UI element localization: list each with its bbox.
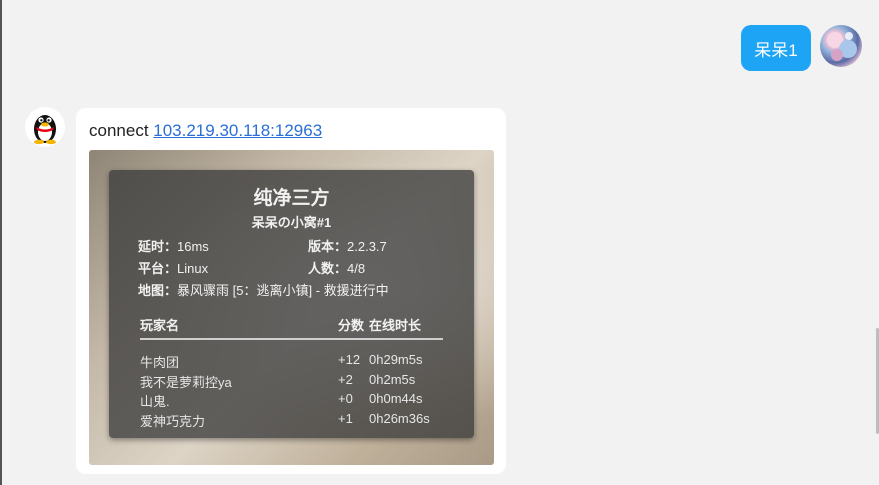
outgoing-message-text: 呆呆1 [754, 40, 798, 60]
map-row: 地图：暴风骤雨 [5：逃离小镇] - 救援进行中 [138, 280, 389, 299]
table-divider [140, 338, 443, 340]
player-time: 0h2m5s [369, 372, 416, 387]
bot-avatar[interactable] [25, 107, 65, 147]
server-status-image[interactable]: 纯净三方 呆呆の小窝#1 延时：16ms 版本：2.2.3.7 平台：Linux… [89, 150, 494, 465]
version-value: 2.2.3.7 [347, 239, 387, 254]
user-avatar[interactable] [820, 25, 862, 67]
server-status-card: 纯净三方 呆呆の小窝#1 延时：16ms 版本：2.2.3.7 平台：Linux… [109, 170, 474, 438]
server-subtitle: 呆呆の小窝#1 [251, 215, 332, 230]
column-header-score: 分数 [338, 318, 365, 333]
players-count-label: 人数： [308, 261, 348, 276]
incoming-message-bubble[interactable]: connect 103.219.30.118:12963 纯净三方 呆呆の小窝#… [76, 108, 506, 474]
window-edge [0, 0, 2, 485]
latency-value: 16ms [177, 239, 209, 254]
map-value: 暴风骤雨 [5：逃离小镇] - 救援进行中 [177, 283, 389, 298]
column-header-name: 玩家名 [140, 318, 180, 333]
player-score: +12 [338, 352, 361, 367]
latency-row: 延时：16ms [138, 236, 209, 255]
player-name: 牛肉团 [140, 355, 180, 370]
player-score: +0 [338, 391, 353, 406]
players-count-row: 人数：4/8 [308, 258, 365, 277]
player-time: 0h0m44s [369, 391, 423, 406]
player-name: 爱神巧克力 [140, 414, 206, 429]
player-time: 0h29m5s [369, 352, 423, 367]
server-title: 纯净三方 [253, 188, 330, 209]
platform-label: 平台： [138, 261, 178, 276]
message-prefix: connect [89, 121, 154, 140]
player-name: 山鬼. [140, 394, 170, 409]
player-name: 我不是萝莉控ya [140, 375, 232, 390]
platform-value: Linux [177, 261, 209, 276]
version-row: 版本：2.2.3.7 [308, 236, 387, 255]
player-time: 0h26m36s [369, 411, 430, 426]
players-count-value: 4/8 [347, 261, 366, 276]
map-label: 地图： [138, 283, 178, 298]
platform-row: 平台：Linux [138, 258, 208, 277]
player-score: +1 [338, 411, 353, 426]
version-label: 版本： [308, 239, 348, 254]
server-address-link[interactable]: 103.219.30.118:12963 [153, 121, 322, 140]
outgoing-message-bubble[interactable]: 呆呆1 [741, 25, 811, 71]
latency-label: 延时： [138, 239, 178, 254]
column-header-time: 在线时长 [369, 318, 422, 333]
player-score: +2 [338, 372, 353, 387]
message-text: connect 103.219.30.118:12963 [89, 121, 322, 141]
anime-avatar-icon [827, 32, 857, 61]
qq-penguin-icon [34, 115, 56, 145]
